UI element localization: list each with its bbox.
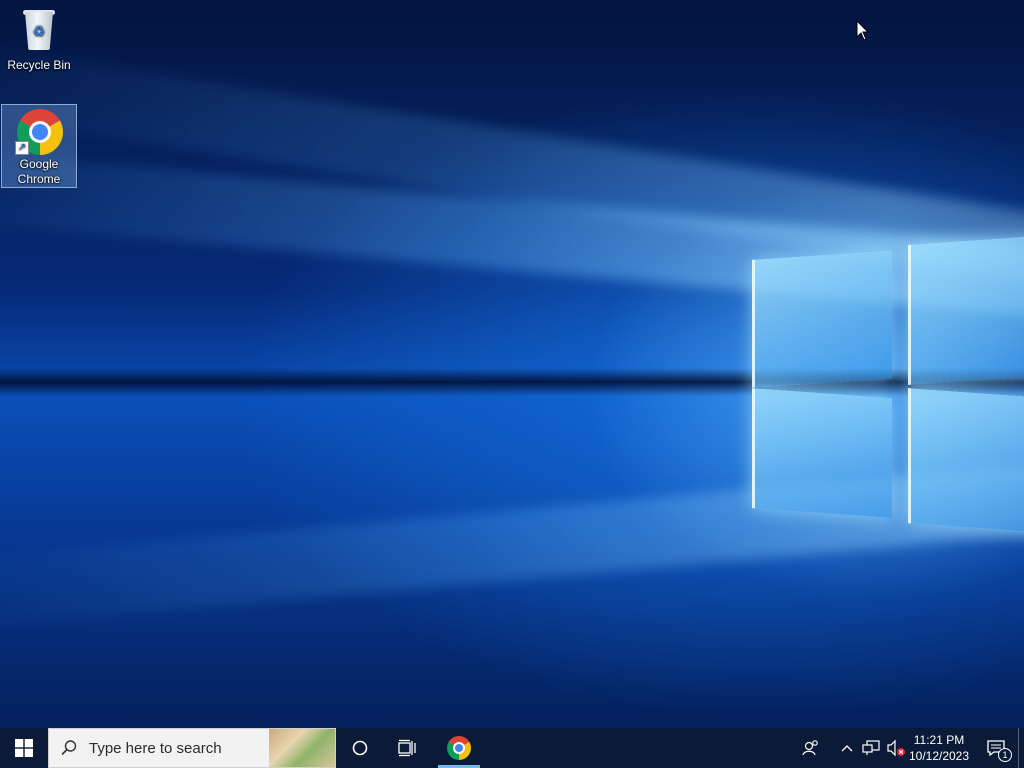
taskbar-clock[interactable]: 11:21 PM 10/12/2023	[906, 728, 972, 768]
search-icon	[49, 728, 89, 768]
people-icon	[802, 740, 818, 756]
search-highlight-image[interactable]	[269, 729, 335, 767]
notification-count-badge: 1	[998, 748, 1012, 762]
desktop-icon-recycle-bin[interactable]: ♻ Recycle Bin	[1, 6, 77, 76]
logo-pane	[752, 250, 892, 388]
network-button[interactable]	[860, 728, 882, 768]
desktop-background: ♻ Recycle Bin ↗ Google Chrome	[0, 0, 1024, 728]
logo-pane	[752, 388, 892, 518]
logo-pane	[908, 235, 1024, 385]
clock-time: 11:21 PM	[913, 733, 965, 747]
chevron-up-icon	[841, 745, 853, 752]
desktop-icon-label-line2: Chrome	[17, 172, 61, 186]
desktop-icon-label-line1: Google	[19, 157, 59, 171]
volume-muted-icon	[887, 739, 905, 757]
windows-start-icon	[15, 739, 33, 757]
desktop-icon-label: Recycle Bin	[7, 58, 71, 72]
chrome-icon	[447, 736, 471, 760]
windows-logo-wallpaper	[740, 235, 1024, 535]
volume-button[interactable]	[884, 728, 908, 768]
start-button[interactable]	[0, 728, 48, 768]
desktop-icon-google-chrome[interactable]: ↗ Google Chrome	[1, 104, 77, 188]
cortana-circle-icon	[352, 740, 368, 756]
recycle-bin-icon: ♻	[15, 8, 63, 56]
show-desktop-button[interactable]	[1018, 728, 1024, 768]
network-icon	[862, 740, 880, 755]
people-button[interactable]	[796, 728, 826, 768]
chrome-icon: ↗	[15, 107, 63, 155]
taskbar-search-box[interactable]	[48, 728, 336, 768]
taskbar: 11:21 PM 10/12/2023 1	[0, 728, 1024, 768]
task-view-button[interactable]	[384, 728, 432, 768]
clock-date: 10/12/2023	[908, 749, 970, 763]
show-hidden-icons-button[interactable]	[836, 728, 858, 768]
shortcut-arrow-icon: ↗	[15, 141, 29, 155]
logo-pane	[908, 388, 1024, 533]
mouse-cursor-icon	[856, 20, 870, 41]
action-center-button[interactable]: 1	[976, 728, 1016, 768]
search-input[interactable]	[89, 733, 269, 763]
cortana-button[interactable]	[336, 728, 384, 768]
taskbar-app-chrome[interactable]	[438, 728, 480, 768]
task-view-icon	[398, 739, 416, 757]
